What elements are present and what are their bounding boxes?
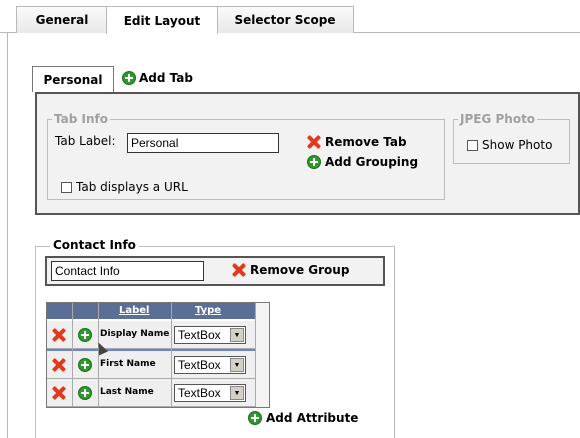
dropdown-arrow-icon[interactable]: ▼ [230, 386, 244, 400]
grid-header: Label Type [47, 303, 255, 319]
add-grouping-button[interactable]: Add Grouping [307, 155, 418, 169]
delete-row-icon[interactable] [52, 386, 66, 400]
group-header-box: Remove Group [45, 256, 385, 286]
panel-border [7, 32, 8, 438]
attribute-grid: Label Type Display Name TextBox ▼ First … [46, 302, 270, 408]
type-select[interactable]: TextBox ▼ [174, 384, 246, 402]
grid-scrollbar[interactable] [255, 303, 269, 407]
tab-panel: Tab Info Tab Label: Remove Tab Add Group… [35, 92, 580, 215]
tab-info-legend: Tab Info [54, 112, 108, 126]
row-label: Display Name [100, 329, 170, 339]
tab-label-caption: Tab Label: [55, 134, 116, 148]
jpeg-photo-legend: JPEG Photo [460, 112, 536, 126]
column-divider [72, 303, 73, 407]
add-icon [248, 411, 262, 425]
column-divider [171, 303, 172, 407]
type-select-value: TextBox [178, 358, 221, 372]
row-label: First Name [100, 359, 156, 369]
dropdown-arrow-icon[interactable]: ▼ [230, 358, 244, 372]
show-photo-checkbox[interactable] [467, 139, 478, 151]
table-row: First Name TextBox ▼ [47, 351, 255, 379]
remove-tab-label: Remove Tab [325, 135, 407, 149]
column-header-label[interactable]: Label [119, 305, 150, 316]
remove-group-button[interactable]: Remove Group [232, 263, 349, 277]
remove-tab-button[interactable]: Remove Tab [307, 135, 407, 149]
add-grouping-label: Add Grouping [325, 155, 419, 169]
add-row-icon[interactable] [78, 386, 92, 400]
tab-edit-layout[interactable]: Edit Layout [106, 6, 218, 34]
add-row-icon[interactable] [78, 328, 92, 342]
remove-group-label: Remove Group [250, 263, 350, 277]
row-label: Last Name [100, 387, 154, 397]
remove-icon [307, 135, 321, 149]
type-select-value: TextBox [178, 386, 221, 400]
dropdown-arrow-icon[interactable]: ▼ [230, 328, 244, 342]
add-tab-label: Add Tab [139, 71, 193, 85]
contact-info-legend: Contact Info [50, 238, 139, 252]
type-select[interactable]: TextBox ▼ [174, 356, 246, 374]
add-icon [307, 155, 321, 169]
group-name-input[interactable] [51, 261, 204, 281]
add-icon [122, 71, 136, 85]
add-attribute-button[interactable]: Add Attribute [248, 411, 358, 425]
delete-row-icon[interactable] [52, 358, 66, 372]
add-row-icon[interactable] [78, 358, 92, 372]
tab-url-label: Tab displays a URL [76, 180, 188, 194]
delete-row-icon[interactable] [52, 328, 66, 342]
tab-personal[interactable]: Personal [32, 66, 114, 92]
tab-label-input[interactable] [127, 133, 279, 153]
table-row: Display Name TextBox ▼ [47, 321, 255, 349]
show-photo-option[interactable]: Show Photo [467, 138, 552, 152]
tab-url-checkbox[interactable] [61, 181, 72, 193]
add-attribute-label: Add Attribute [266, 411, 359, 425]
type-select-value: TextBox [178, 328, 221, 342]
show-photo-label: Show Photo [482, 138, 553, 152]
type-select[interactable]: TextBox ▼ [174, 326, 246, 344]
add-tab-button[interactable]: Add Tab [122, 68, 193, 88]
tab-selector-scope[interactable]: Selector Scope [216, 6, 354, 33]
tab-url-option[interactable]: Tab displays a URL [61, 180, 188, 194]
tab-general[interactable]: General [16, 6, 108, 33]
remove-icon [232, 263, 246, 277]
table-row: Last Name TextBox ▼ [47, 379, 255, 407]
column-header-type[interactable]: Type [195, 305, 221, 316]
